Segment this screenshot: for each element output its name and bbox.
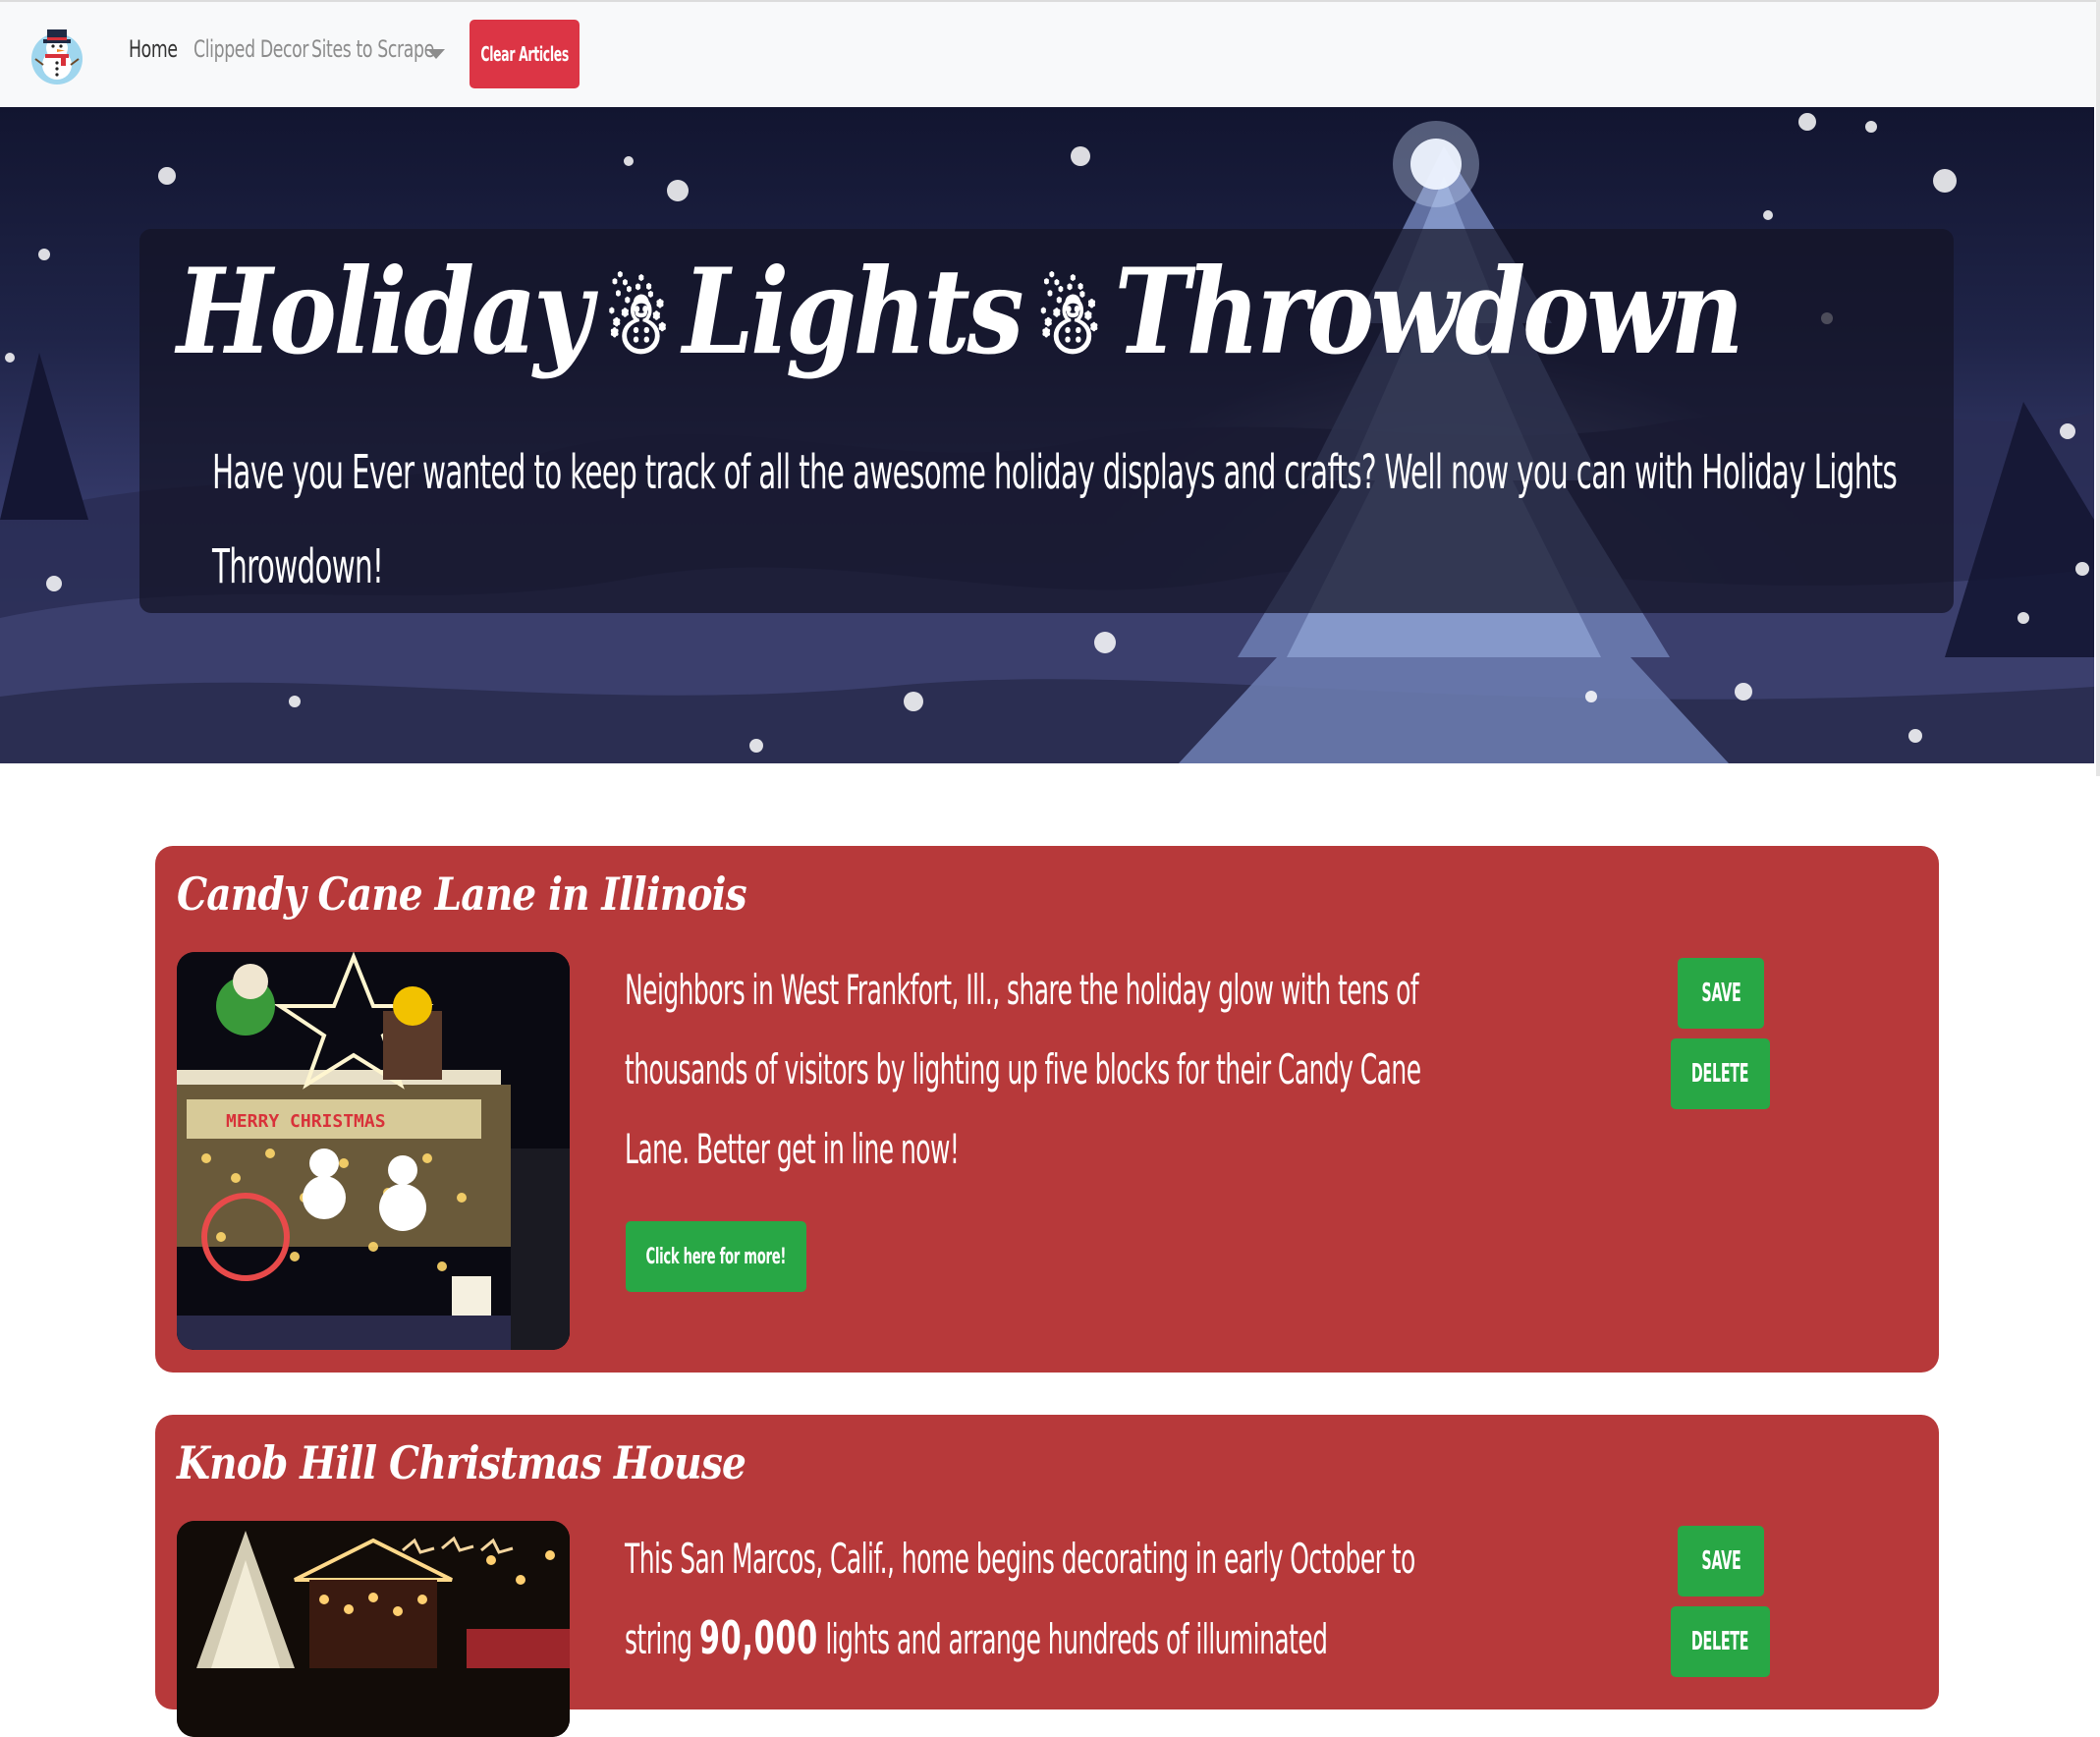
hero-jumbotron: Holiday ☃ Lights ☃ Throwdown Have you Ever w… (139, 229, 1954, 613)
article-image (177, 1521, 570, 1737)
article-summary-line: string 90,000 lights and arrange hundred… (625, 1598, 1453, 1679)
save-button[interactable]: SAVE (1678, 958, 1764, 1029)
scrollbar-track[interactable] (2096, 0, 2100, 776)
hero-lead-line1: Have you Ever wanted to keep track of al… (212, 445, 1898, 500)
knob-hill-house-photo (177, 1521, 570, 1737)
article-summary-line-prefix: string (625, 1615, 699, 1663)
lights-count-number: 90,000 (698, 1611, 818, 1664)
hero-banner: Holiday ☃ Lights ☃ Throwdown Have you Ever w… (0, 107, 2094, 763)
hero-title-part1: Holiday (177, 243, 592, 381)
article-summary: Neighbors in West Frankfort, Ill., share… (625, 950, 1450, 1189)
article-summary-line: thousands of visitors by lighting up fiv… (625, 1045, 1421, 1093)
candy-cane-lane-photo: MERRY CHRISTMAS (177, 952, 570, 1350)
click-here-for-more-button[interactable]: Click here for more! (626, 1221, 806, 1292)
article-summary-line: This San Marcos, Calif., home begins dec… (625, 1535, 1415, 1583)
article-card: Knob Hill Christmas House This San Marco… (155, 1415, 1939, 1737)
snowman-icon: ☃ (604, 271, 671, 373)
hero-lead-text: Have you Ever wanted to keep track of al… (212, 425, 1911, 614)
hero-title-part3: Throwdown (1114, 243, 1743, 381)
article-title: Candy Cane Lane in Illinois (177, 868, 747, 921)
nav-home-link[interactable]: Home (129, 35, 178, 63)
click-here-for-more-label: Click here for more! (645, 1244, 787, 1269)
delete-label: DELETE (1691, 1059, 1749, 1089)
article-title: Knob Hill Christmas House (177, 1436, 746, 1489)
hero-lead-line2: Throwdown! (212, 539, 384, 594)
image-merry-christmas-text: MERRY CHRISTMAS (226, 1111, 386, 1132)
save-label: SAVE (1700, 979, 1741, 1008)
clear-articles-button[interactable]: Clear Articles (470, 20, 580, 88)
delete-button[interactable]: DELETE (1671, 1038, 1770, 1109)
snowman-logo-icon[interactable] (26, 24, 88, 86)
delete-button[interactable]: DELETE (1671, 1606, 1770, 1677)
article-card: Candy Cane Lane in Illinois MERRY CHRIST… (155, 846, 1939, 1373)
article-summary-line: Neighbors in West Frankfort, Ill., share… (625, 966, 1419, 1014)
hero-title-part2: Lights (683, 243, 1024, 381)
save-label: SAVE (1700, 1546, 1741, 1576)
article-image: MERRY CHRISTMAS (177, 952, 570, 1350)
navbar: Home Clipped Decor Sites to Scrape Clear… (0, 0, 2100, 107)
article-summary-line: Lane. Better get in line now! (625, 1125, 960, 1173)
nav-clipped-decor-link[interactable]: Clipped Decor (193, 35, 308, 63)
caret-down-icon[interactable] (427, 49, 445, 59)
article-summary-line-suffix: lights and arrange hundreds of illuminat… (817, 1615, 1328, 1663)
delete-label: DELETE (1691, 1627, 1749, 1656)
save-button[interactable]: SAVE (1678, 1526, 1764, 1597)
hero-title: Holiday ☃ Lights ☃ Throwdown (177, 243, 1744, 381)
article-summary: This San Marcos, Calif., home begins dec… (625, 1519, 1450, 1679)
nav-sites-to-scrape-dropdown[interactable]: Sites to Scrape (311, 35, 434, 63)
snowman-icon: ☃ (1035, 271, 1103, 373)
clear-articles-label: Clear Articles (480, 42, 569, 66)
